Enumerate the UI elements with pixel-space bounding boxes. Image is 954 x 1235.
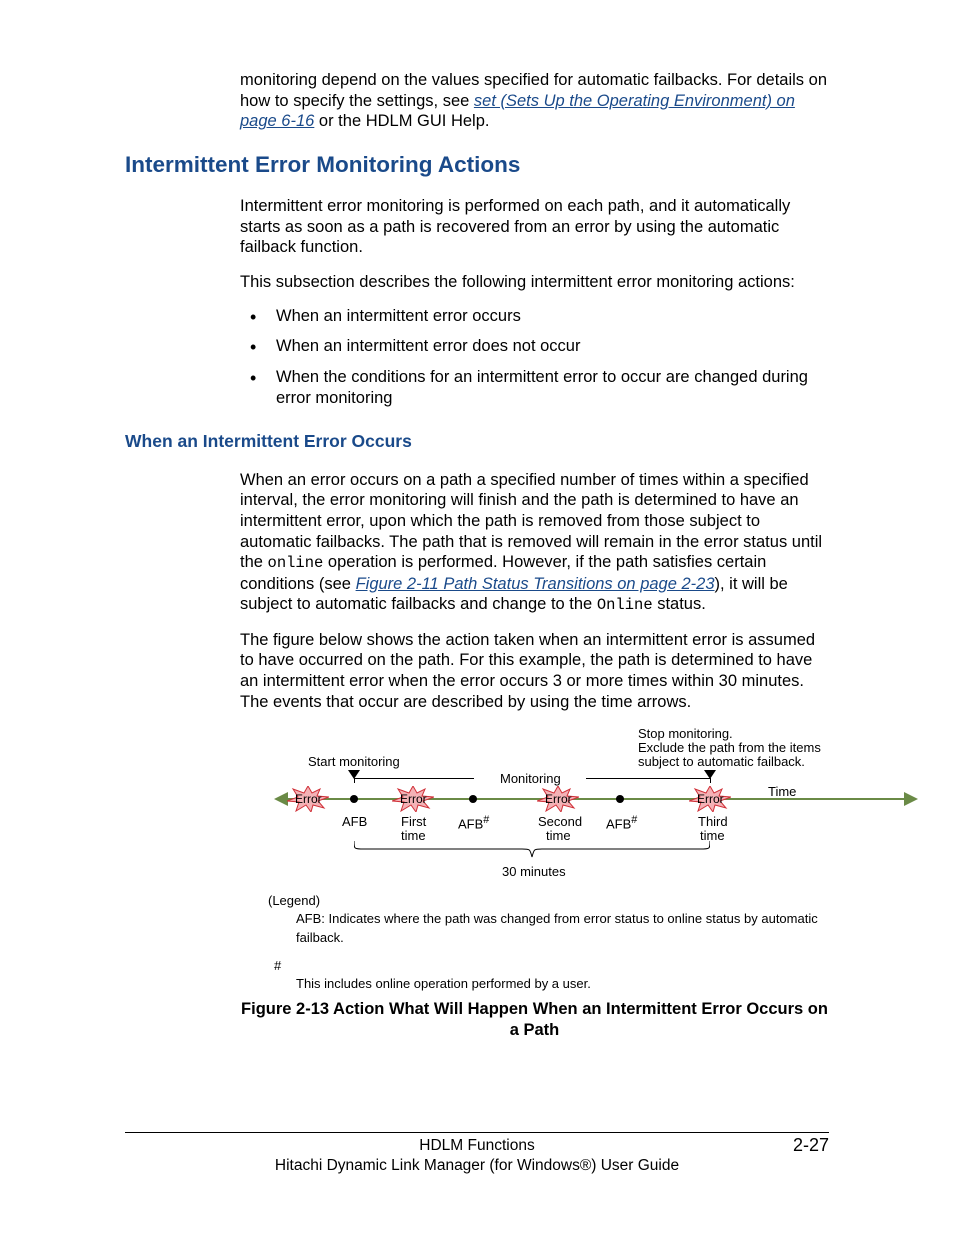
legend-hash-text: This includes online operation performed…: [296, 975, 829, 993]
code-online-status: Online: [597, 596, 653, 614]
brace-30min: [354, 841, 710, 861]
text: or the HDLM GUI Help.: [319, 112, 490, 130]
arrow-left-icon: [274, 792, 288, 806]
section-body: Intermittent error monitoring is perform…: [240, 196, 829, 409]
label-monitoring: Monitoring: [500, 771, 561, 787]
label-afb-hash: AFB#: [606, 814, 637, 833]
label-error: Error: [400, 792, 427, 807]
paragraph: Intermittent error monitoring is perform…: [240, 196, 829, 258]
subsection-body: When an error occurs on a path a specifi…: [240, 470, 829, 712]
label-error: Error: [295, 792, 322, 807]
legend-hash-symbol: #: [274, 957, 829, 975]
dot-icon: [350, 795, 358, 803]
subsection-heading: When an Intermittent Error Occurs: [125, 431, 829, 452]
brace: [586, 778, 710, 779]
paragraph: The figure below shows the action taken …: [240, 630, 829, 713]
brace: [710, 778, 711, 783]
brace: [354, 778, 474, 779]
code-online: online: [268, 554, 324, 572]
label-afb-hash: AFB#: [458, 814, 489, 833]
legend-afb: AFB: Indicates where the path was change…: [296, 910, 829, 946]
list-item: When an intermittent error occurs: [240, 306, 829, 327]
figure-legend: (Legend) AFB: Indicates where the path w…: [268, 892, 829, 993]
timeline-line: [288, 798, 906, 800]
lead-paragraph: monitoring depend on the values specifie…: [240, 70, 829, 132]
timeline-diagram: Stop monitoring. Exclude the path from t…: [268, 726, 928, 886]
legend-title: (Legend): [268, 892, 829, 910]
list-item: When an intermittent error does not occu…: [240, 336, 829, 357]
list-item: When the conditions for an intermittent …: [240, 367, 829, 409]
label-error: Error: [697, 792, 724, 807]
footer-section: HDLM Functions: [419, 1137, 534, 1154]
arrow-right-icon: [904, 792, 918, 806]
label-time: Time: [768, 784, 796, 800]
intro-paragraph: monitoring depend on the values specifie…: [240, 70, 829, 132]
section-heading: Intermittent Error Monitoring Actions: [125, 152, 829, 178]
label-afb: AFB: [342, 814, 367, 830]
label-subject-failback: subject to automatic failback.: [638, 754, 805, 770]
figure-diagram: Stop monitoring. Exclude the path from t…: [268, 726, 829, 993]
paragraph: This subsection describes the following …: [240, 272, 829, 293]
page: monitoring depend on the values specifie…: [0, 0, 954, 1235]
label-30-minutes: 30 minutes: [502, 864, 566, 880]
figure-block: Stop monitoring. Exclude the path from t…: [240, 726, 829, 1041]
page-footer: HDLM Functions 2-27 Hitachi Dynamic Link…: [125, 1132, 829, 1175]
figure-caption: Figure 2-13 Action What Will Happen When…: [240, 999, 829, 1041]
label-start-monitoring: Start monitoring: [308, 754, 400, 770]
dot-icon: [616, 795, 624, 803]
link-figure-2-11[interactable]: Figure 2-11 Path Status Transitions on p…: [356, 575, 715, 593]
page-number: 2-27: [793, 1135, 829, 1156]
text: status.: [653, 595, 706, 613]
paragraph: When an error occurs on a path a specifi…: [240, 470, 829, 616]
bullet-list: When an intermittent error occurs When a…: [240, 306, 829, 408]
footer-book-title: Hitachi Dynamic Link Manager (for Window…: [125, 1157, 829, 1175]
label-error: Error: [545, 792, 572, 807]
dot-icon: [469, 795, 477, 803]
